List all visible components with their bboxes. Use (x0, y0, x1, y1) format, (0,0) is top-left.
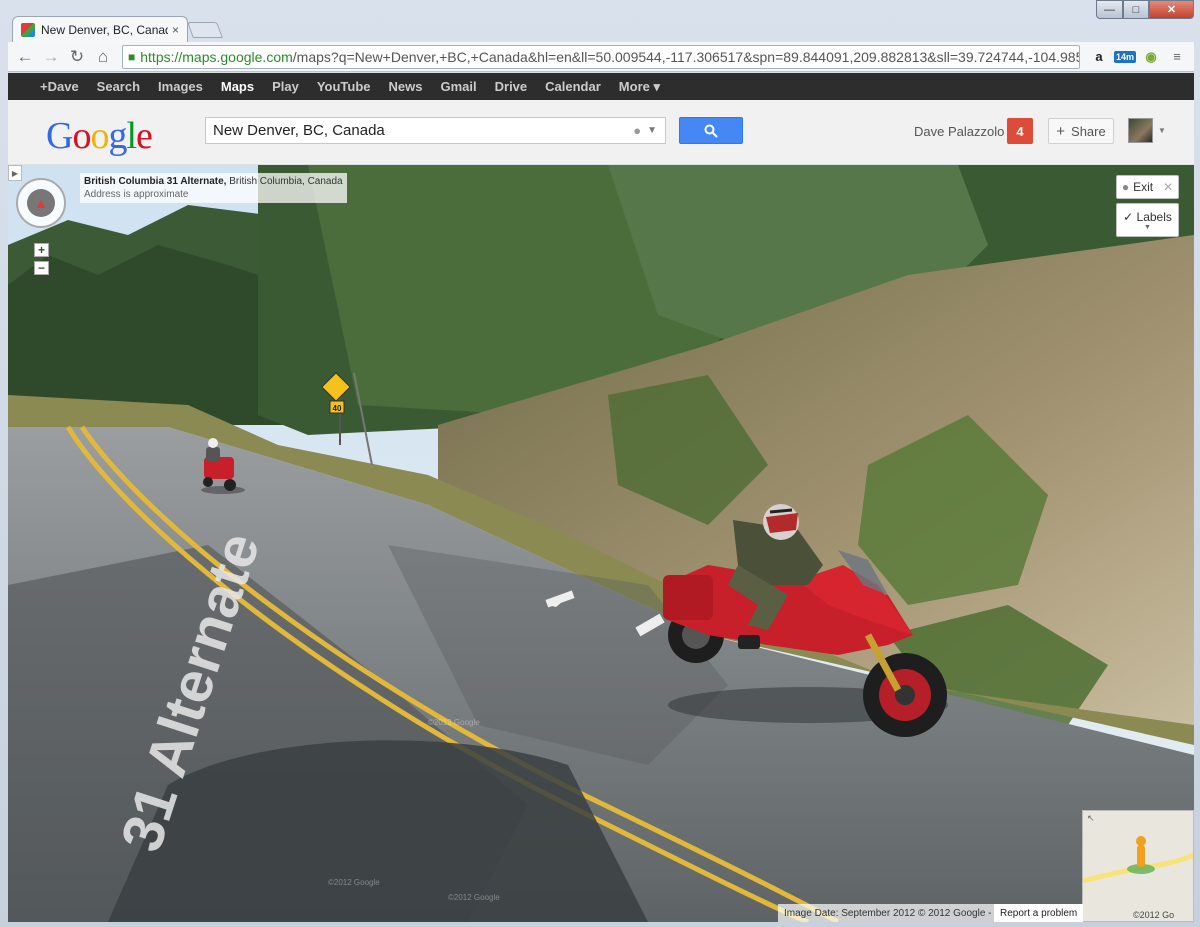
checkmark-icon: ✓ (1123, 209, 1134, 224)
gbar-maps[interactable]: Maps (221, 79, 254, 94)
gbar-youtube[interactable]: YouTube (317, 79, 371, 94)
avatar[interactable] (1128, 118, 1153, 143)
forward-arrow-icon[interactable]: → (38, 45, 64, 69)
speed-sign: 40 (333, 404, 342, 413)
browser-window: New Denver, BC, Canada × — □ ✕ ← → ↻ ⌂ ■… (0, 0, 1200, 927)
maps-header: Google New Denver, BC, Canada ● ▼ Dave P… (8, 100, 1194, 165)
watermark-1: ©2012 Google (428, 718, 480, 727)
svg-text:↖: ↖ (1087, 813, 1095, 823)
tab-title: New Denver, BC, Canada (41, 22, 168, 37)
report-problem-link[interactable]: Report a problem (994, 904, 1084, 922)
share-button[interactable]: + Share (1048, 118, 1114, 144)
browser-tab[interactable]: New Denver, BC, Canada × (12, 16, 188, 42)
gbar-drive[interactable]: Drive (495, 79, 528, 94)
address-region: British Columbia, Canada (226, 176, 343, 187)
labels-label: Labels (1136, 209, 1172, 224)
collapse-panel-button[interactable]: ▶ (8, 165, 22, 181)
zoom-out-button[interactable]: − (34, 261, 49, 275)
url-host: https://maps.google.com (140, 48, 293, 65)
mini-map[interactable]: ↖ ©2012 Go (1082, 810, 1194, 922)
chevron-down-icon: ▼ (1144, 223, 1151, 231)
gbar-dave[interactable]: +Dave (40, 79, 79, 94)
zoom-in-button[interactable]: + (34, 243, 49, 257)
gbar-news[interactable]: News (389, 79, 423, 94)
search-icon (704, 124, 718, 138)
street-view-image[interactable]: 31 Alternate 40 ©2012 Google ©2012 Googl… (8, 165, 1194, 922)
window-controls: — □ ✕ (1096, 0, 1194, 19)
street-view-panorama[interactable]: 31 Alternate 40 ©2012 Google ©2012 Googl… (8, 165, 1194, 922)
mini-map-copyright: ©2012 Go (1133, 910, 1175, 920)
chevron-down-icon[interactable]: ▼ (647, 125, 657, 136)
url-path: /maps?q=New+Denver,+BC,+Canada&hl=en&ll=… (292, 48, 1080, 65)
address-bar[interactable]: ■ https://maps.google.com /maps?q=New+De… (122, 44, 1080, 69)
notification-count-badge[interactable]: 4 (1007, 118, 1033, 144)
mini-map-graphic: ↖ (1083, 811, 1193, 921)
compass-needle-icon[interactable]: ▲ (27, 189, 55, 217)
title-bar: New Denver, BC, Canada × — □ ✕ (0, 0, 1200, 42)
pegman-icon: ● (1121, 180, 1130, 194)
gbar-gmail[interactable]: Gmail (441, 79, 477, 94)
share-label: Share (1071, 123, 1106, 139)
chevron-down-icon[interactable]: ▼ (1158, 126, 1166, 135)
maps-page: +Dave Search Images Maps Play YouTube Ne… (8, 73, 1194, 922)
home-icon[interactable]: ⌂ (90, 45, 116, 69)
close-icon: ✕ (1163, 180, 1174, 194)
plus-icon: + (1056, 122, 1066, 140)
new-tab-button[interactable] (187, 22, 223, 38)
back-arrow-icon[interactable]: ← (12, 45, 38, 69)
gbar-more[interactable]: More ▾ (619, 79, 660, 95)
gbar-images[interactable]: Images (158, 79, 203, 94)
watermark-2: ©2012 Google (448, 893, 500, 902)
browser-toolbar: ← → ↻ ⌂ ■ https://maps.google.com /maps?… (8, 42, 1194, 72)
eye-extension-icon[interactable]: ◉ (1138, 45, 1164, 69)
google-bar: +Dave Search Images Maps Play YouTube Ne… (8, 73, 1194, 100)
timer-extension-icon[interactable]: 14m (1112, 45, 1138, 69)
gbar-search[interactable]: Search (97, 79, 140, 94)
maximize-button[interactable]: □ (1123, 0, 1149, 19)
reload-icon[interactable]: ↻ (64, 45, 90, 69)
amazon-extension-icon[interactable]: a (1086, 45, 1112, 69)
search-value: New Denver, BC, Canada (213, 122, 385, 139)
watermark-3: ©2012 Google (328, 878, 380, 887)
minimize-button[interactable]: — (1096, 0, 1123, 19)
search-button[interactable] (679, 117, 743, 144)
gbar-play[interactable]: Play (272, 79, 299, 94)
gbar-calendar[interactable]: Calendar (545, 79, 601, 94)
user-name[interactable]: Dave Palazzolo (914, 124, 1004, 139)
address-overlay: British Columbia 31 Alternate, British C… (80, 173, 347, 203)
maps-favicon-icon (21, 22, 35, 37)
exit-street-view-button[interactable]: ● Exit ✕ (1116, 175, 1179, 199)
labels-toggle[interactable]: ✓ Labels ▼ (1116, 203, 1179, 237)
microphone-icon[interactable]: ● (633, 123, 641, 138)
compass-control[interactable]: ▲ (16, 178, 66, 228)
address-street: British Columbia 31 Alternate, (84, 176, 227, 187)
close-tab-icon[interactable]: × (172, 23, 179, 37)
timer-badge: 14m (1113, 50, 1136, 63)
image-date-footer: Image Date: September 2012 © 2012 Google… (778, 904, 998, 922)
exit-label: Exit (1133, 180, 1154, 194)
wrench-menu-icon[interactable]: ≡ (1164, 45, 1190, 69)
close-window-button[interactable]: ✕ (1149, 0, 1194, 19)
google-logo[interactable]: Google (46, 114, 153, 158)
lock-icon: ■ (128, 49, 136, 64)
search-input[interactable]: New Denver, BC, Canada ● ▼ (205, 117, 666, 144)
address-note: Address is approximate (84, 189, 189, 200)
